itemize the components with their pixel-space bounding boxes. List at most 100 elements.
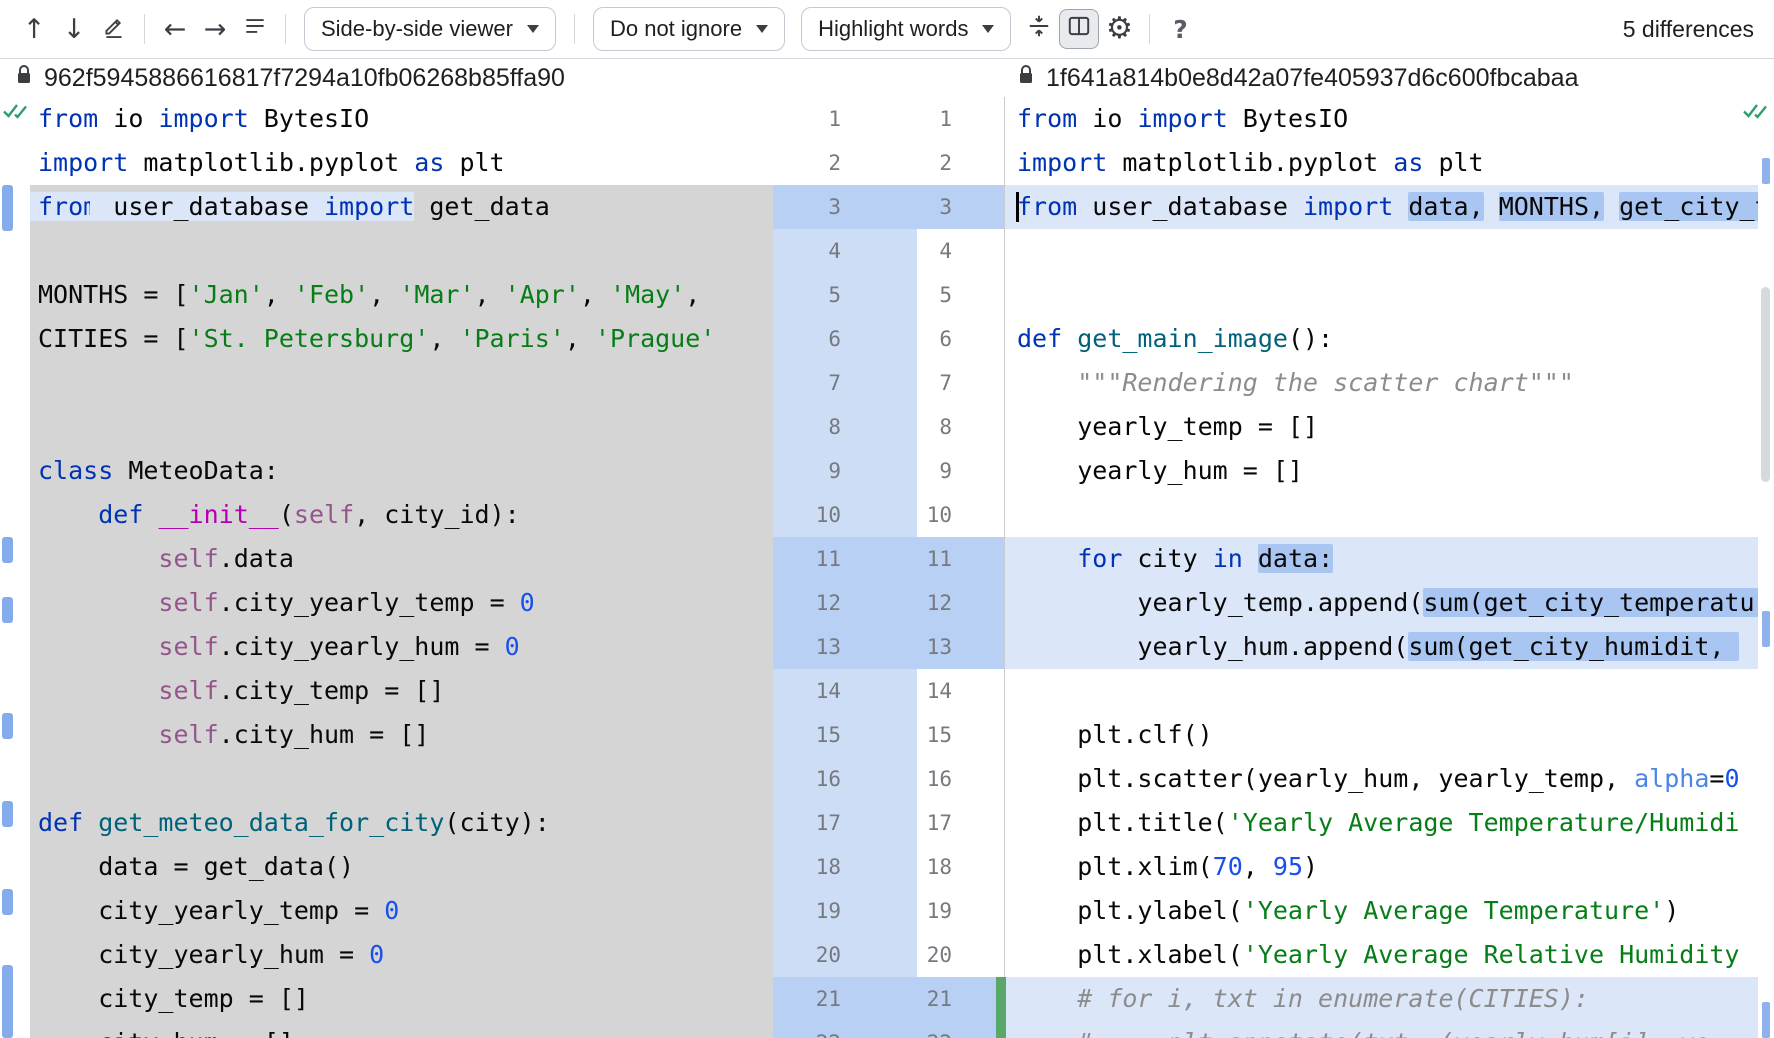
code-line[interactable]: from io import BytesIO: [1005, 97, 1758, 141]
left-editor-pane[interactable]: from io import BytesIOimport matplotlib.…: [30, 97, 773, 1038]
code-line[interactable]: def get_main_image():: [1005, 317, 1758, 361]
code-token: [1017, 544, 1077, 573]
code-line[interactable]: self.city_temp = []: [30, 669, 773, 713]
code-token: .data: [219, 544, 294, 573]
code-line[interactable]: import matplotlib.pyplot as plt: [30, 141, 773, 185]
code-line[interactable]: [30, 757, 773, 801]
change-marker[interactable]: [2, 801, 13, 827]
synchronize-panels-toggle[interactable]: [1059, 9, 1099, 49]
code-line[interactable]: yearly_temp.append(sum(get_city_temperat…: [1005, 581, 1758, 625]
right-revision-header: 1f641a814b0e8d42a07fe405937d6c600fbcabaa: [1004, 59, 1774, 97]
compare-next-file-button[interactable]: →: [195, 9, 235, 49]
code-line[interactable]: plt.xlabel('Yearly Average Relative Humi…: [1005, 933, 1758, 977]
left-line-number: 18: [773, 845, 855, 889]
change-marker[interactable]: [1762, 158, 1770, 184]
left-line-number: 20: [773, 933, 855, 977]
code-line[interactable]: yearly_temp = []: [1005, 405, 1758, 449]
code-token: MeteoData:: [113, 456, 279, 485]
code-line[interactable]: city_yearly_hum = 0: [30, 933, 773, 977]
left-line-number: 19: [773, 889, 855, 933]
code-token: 'Mar': [399, 280, 474, 309]
code-line[interactable]: plt.ylabel('Yearly Average Temperature'): [1005, 889, 1758, 933]
code-line[interactable]: from user_database import data, MONTHS, …: [1005, 185, 1758, 229]
help-button[interactable]: ?: [1160, 9, 1200, 49]
settings-button[interactable]: ⚙: [1099, 9, 1139, 49]
code-line[interactable]: MONTHS = ['Jan', 'Feb', 'Mar', 'Apr', 'M…: [30, 273, 773, 317]
change-marker[interactable]: [2, 537, 13, 563]
edit-source-button[interactable]: [94, 9, 134, 49]
change-marker[interactable]: [2, 597, 13, 623]
code-line[interactable]: city_yearly_temp = 0: [30, 889, 773, 933]
code-line[interactable]: city_hum = []: [30, 1021, 773, 1038]
scrollbar-thumb[interactable]: [1761, 287, 1770, 482]
text-caret: [1016, 192, 1019, 222]
code-line[interactable]: [1005, 493, 1758, 537]
code-line[interactable]: from user_database import get_data: [30, 185, 773, 229]
right-scrollbar[interactable]: [1758, 97, 1774, 1038]
code-line[interactable]: """Rendering the scatter chart""": [1005, 361, 1758, 405]
code-token: for: [1077, 544, 1122, 573]
next-difference-button[interactable]: ↓: [54, 9, 94, 49]
code-line[interactable]: yearly_hum = []: [1005, 449, 1758, 493]
code-line[interactable]: def __init__(self, city_id):: [30, 493, 773, 537]
compare-previous-file-button[interactable]: ←: [155, 9, 195, 49]
code-line[interactable]: yearly_hum.append(sum(get_city_humidit,: [1005, 625, 1758, 669]
code-line[interactable]: [1005, 229, 1758, 273]
code-line[interactable]: [30, 361, 773, 405]
code-token: import: [1017, 148, 1107, 177]
code-token: [38, 720, 158, 749]
previous-difference-button[interactable]: ↑: [14, 9, 54, 49]
highlight-mode-value: Highlight words: [818, 16, 968, 42]
code-line[interactable]: def get_meteo_data_for_city(city):: [30, 801, 773, 845]
gutter-connector: [855, 317, 917, 361]
code-line[interactable]: # for i, txt in enumerate(CITIES):: [1005, 977, 1758, 1021]
collapse-unchanged-button[interactable]: [1019, 9, 1059, 49]
code-line[interactable]: self.city_yearly_hum = 0: [30, 625, 773, 669]
code-token: alpha: [1634, 764, 1709, 793]
left-line-number: 5: [773, 273, 855, 317]
code-line[interactable]: self.data: [30, 537, 773, 581]
code-line[interactable]: plt.clf(): [1005, 713, 1758, 757]
code-line[interactable]: from io import BytesIO: [30, 97, 773, 141]
changed-files-list-button[interactable]: [235, 9, 275, 49]
code-token: 'Prague': [595, 324, 715, 353]
code-line[interactable]: for city in data:: [1005, 537, 1758, 581]
code-line[interactable]: [30, 229, 773, 273]
code-line[interactable]: data = get_data(): [30, 845, 773, 889]
right-line-number: 11: [917, 537, 1004, 581]
right-editor-pane[interactable]: from io import BytesIOimport matplotlib.…: [1004, 97, 1758, 1038]
change-marker[interactable]: [1762, 1002, 1770, 1038]
change-marker[interactable]: [2, 965, 13, 1038]
right-line-number: 21: [917, 977, 1004, 1021]
change-marker[interactable]: [2, 713, 13, 739]
change-marker[interactable]: [2, 185, 13, 231]
code-line[interactable]: [1005, 669, 1758, 713]
code-line[interactable]: import matplotlib.pyplot as plt: [1005, 141, 1758, 185]
right-line-number: 18: [917, 845, 1004, 889]
code-token: [1017, 368, 1077, 397]
code-token: [1243, 544, 1258, 573]
code-line[interactable]: class MeteoData:: [30, 449, 773, 493]
highlight-mode-dropdown[interactable]: Highlight words: [801, 7, 1011, 51]
code-token: ():: [1288, 324, 1333, 353]
code-line[interactable]: city_temp = []: [30, 977, 773, 1021]
code-line[interactable]: self.city_yearly_temp = 0: [30, 581, 773, 625]
code-line[interactable]: plt.scatter(yearly_hum, yearly_temp, alp…: [1005, 757, 1758, 801]
code-line[interactable]: plt.title('Yearly Average Temperature/Hu…: [1005, 801, 1758, 845]
change-marker[interactable]: [2, 889, 13, 915]
code-line[interactable]: [30, 405, 773, 449]
code-line[interactable]: [1005, 273, 1758, 317]
change-marker[interactable]: [1762, 611, 1770, 647]
right-line-number: 9: [917, 449, 1004, 493]
code-token: city_hum = []: [38, 1028, 294, 1038]
left-scroll-map[interactable]: [0, 97, 30, 1038]
code-token: plt.title(: [1017, 808, 1228, 837]
code-line[interactable]: CITIES = ['St. Petersburg', 'Paris', 'Pr…: [30, 317, 773, 361]
arrow-left-icon: ←: [164, 14, 187, 45]
code-line[interactable]: self.city_hum = []: [30, 713, 773, 757]
whitespace-policy-dropdown[interactable]: Do not ignore: [593, 7, 785, 51]
code-line[interactable]: # plt.annotate(txt, (yearly_hum[i], ye: [1005, 1021, 1758, 1038]
code-line[interactable]: plt.xlim(70, 95): [1005, 845, 1758, 889]
viewer-mode-dropdown[interactable]: Side-by-side viewer: [304, 7, 556, 51]
gutter-connector: [855, 581, 917, 625]
